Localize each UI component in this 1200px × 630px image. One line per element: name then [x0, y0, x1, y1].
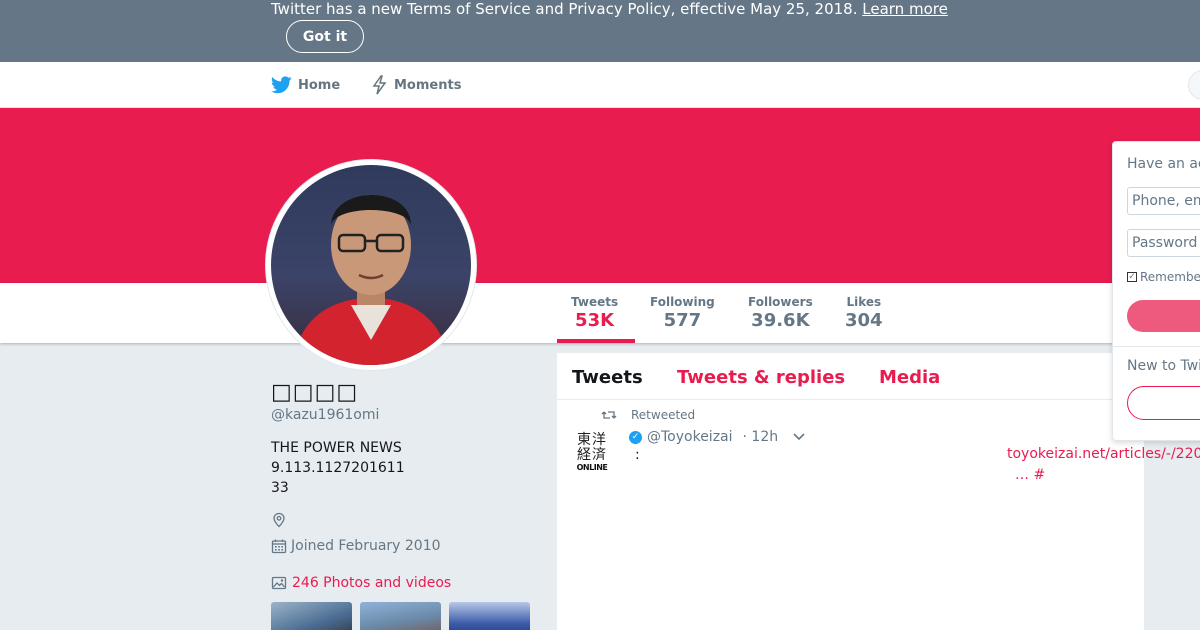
login-dropdown: Have an account? Phone, email or usernam…	[1112, 141, 1200, 441]
tweet-link[interactable]: toyokeizai.net/articles/-/220	[1007, 446, 1200, 462]
calendar-icon	[271, 539, 287, 554]
tab-tweets-and-replies[interactable]: Tweets & replies	[677, 367, 845, 388]
avatar-portrait-graphic	[291, 195, 451, 365]
signup-button[interactable]	[1127, 386, 1200, 420]
stat-following[interactable]: Following 577	[650, 295, 715, 331]
profile-stats-bar: Tweets 53K Following 577 Followers 39.6K…	[0, 283, 1200, 343]
stat-tweets[interactable]: Tweets 53K	[571, 295, 618, 331]
tweet-avatar-logo-sub: ONLINE	[576, 463, 608, 472]
stat-tweets-value: 53K	[575, 310, 615, 331]
retweeted-label: Retweeted	[631, 408, 696, 422]
remember-me-checkbox[interactable]: ✓	[1127, 272, 1137, 282]
nav-home-label: Home	[298, 77, 341, 93]
twitter-bird-icon	[271, 76, 292, 94]
search-input[interactable]	[1188, 70, 1200, 100]
nav-moments[interactable]: Moments	[372, 62, 461, 108]
policy-notice-text: Twitter has a new Terms of Service and P…	[271, 0, 948, 18]
profile-location	[271, 512, 291, 528]
login-button[interactable]	[1127, 300, 1200, 332]
password-input[interactable]: Password	[1127, 229, 1200, 257]
profile-joined-text: Joined February 2010	[291, 538, 441, 554]
remember-me-label: Remember me	[1140, 270, 1200, 284]
tweet-hashtag-link[interactable]: … #	[1015, 467, 1045, 483]
tweet-author-avatar[interactable]: 東洋 経済 ONLINE	[574, 433, 610, 473]
stat-followers-label: Followers	[748, 295, 813, 309]
stat-followers[interactable]: Followers 39.6K	[748, 295, 813, 331]
stat-following-value: 577	[663, 310, 702, 331]
nav-moments-label: Moments	[394, 77, 462, 93]
timeline: Tweets Tweets & replies Media Retweeted …	[557, 353, 1200, 630]
nav-home[interactable]: Home	[271, 62, 340, 108]
stat-following-label: Following	[650, 295, 715, 309]
media-thumbnail[interactable]	[271, 602, 352, 630]
signup-prompt: New to Twitter?	[1127, 358, 1200, 374]
retweet-icon	[601, 411, 617, 419]
image-icon	[271, 576, 287, 590]
learn-more-link[interactable]: Learn more	[862, 0, 948, 18]
profile-joined-date: Joined February 2010	[271, 538, 441, 554]
media-thumbnail[interactable]	[449, 602, 530, 630]
remember-me[interactable]: ✓ Remember me	[1127, 270, 1200, 284]
active-stat-indicator	[557, 339, 635, 343]
photos-and-videos-link[interactable]: 246 Photos and videos	[271, 575, 451, 591]
tweet-text: :	[635, 447, 640, 463]
verified-badge-icon: ✓	[629, 430, 642, 444]
timeline-tabs: Tweets Tweets & replies Media	[557, 353, 1144, 400]
chevron-down-icon[interactable]	[792, 432, 806, 442]
login-title: Have an account?	[1127, 156, 1200, 172]
policy-notice-message: Twitter has a new Terms of Service and P…	[271, 0, 858, 18]
policy-notice-banner: Twitter has a new Terms of Service and P…	[0, 0, 1200, 62]
lightning-icon	[372, 75, 387, 95]
login-divider	[1113, 346, 1200, 347]
media-thumbnail[interactable]	[360, 602, 441, 630]
profile-header-background	[0, 108, 1200, 283]
profile-name: □□□□	[271, 380, 359, 405]
stat-tweets-label: Tweets	[571, 295, 619, 309]
tab-media[interactable]: Media	[879, 367, 940, 388]
stat-likes[interactable]: Likes 304	[845, 295, 883, 331]
tab-tweets[interactable]: Tweets	[572, 367, 643, 388]
profile-avatar[interactable]	[266, 160, 476, 370]
tweet-avatar-logo-text: 東洋 経済	[577, 432, 607, 463]
tweet-author-handle[interactable]: @Toyokeizai	[647, 429, 733, 445]
top-navigation: Home Moments	[0, 62, 1200, 108]
username-input[interactable]: Phone, email or username	[1127, 187, 1200, 215]
profile-bio: THE POWER NEWS 9.113.1127201611 33	[271, 440, 405, 496]
location-pin-icon	[273, 512, 285, 528]
profile-handle[interactable]: @kazu1961omi	[271, 407, 379, 423]
avatar-photo	[271, 165, 471, 365]
retweet-context: Retweeted	[601, 408, 695, 422]
tweet-header: ✓ @Toyokeizai · 12h	[629, 429, 806, 445]
stat-likes-label: Likes	[846, 295, 882, 309]
stat-followers-value: 39.6K	[751, 310, 810, 331]
photos-and-videos-label: 246 Photos and videos	[292, 575, 452, 591]
stat-likes-value: 304	[845, 310, 883, 331]
tweet-timestamp[interactable]: · 12h	[743, 429, 779, 445]
got-it-button[interactable]: Got it	[286, 20, 364, 53]
